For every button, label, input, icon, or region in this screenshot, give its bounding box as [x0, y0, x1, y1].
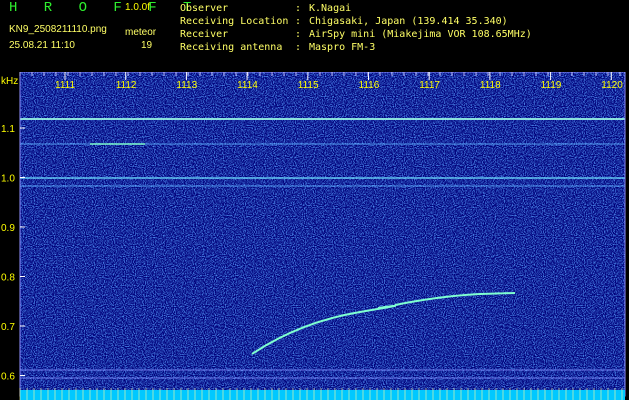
x-tick-label: 1120	[601, 80, 623, 91]
y-tick-label: 0.7	[1, 322, 15, 333]
header-panel: H R O F F T 1.0.0f KN9_2508211110.png 25…	[0, 0, 629, 72]
meta-sep: :	[295, 3, 302, 14]
datetime-label: 25.08.21 11:10	[9, 40, 75, 51]
y-tick-label: 1.1	[1, 124, 15, 135]
x-tick-label: 1119	[541, 80, 562, 91]
count-label: 19	[141, 40, 153, 51]
y-unit-label: kHz	[1, 76, 18, 87]
meta-row-location: Receiving Location : Chigasaki, Japan (1…	[180, 15, 532, 28]
y-tick-label: 0.8	[1, 273, 15, 284]
meta-key: Receiver	[180, 29, 229, 40]
x-tick-label: 1114	[237, 80, 258, 91]
mode-label: meteor	[125, 27, 157, 38]
meta-row-observer: Observer : K.Nagai	[180, 2, 532, 15]
spectrogram: kHz 1.1 1.0 0.9 0.8 0.7 0.6 1111 1112 1113 1114 111…	[1, 72, 626, 400]
app-title: H R O F F T	[9, 0, 201, 16]
x-tick-label: 1118	[480, 80, 501, 91]
version-label: 1.0.0f	[125, 2, 151, 13]
x-tick-label: 1113	[176, 80, 197, 91]
meta-row-receiver: Receiver : AirSpy mini (Miakejima VOR 10…	[180, 28, 532, 41]
filename-label: KN9_2508211110.png	[9, 24, 107, 35]
meta-sep: :	[295, 29, 302, 40]
noise-texture	[20, 72, 625, 396]
meta-key: Receiving antenna	[180, 42, 283, 53]
meta-row-antenna: Receiving antenna : Maspro FM-3	[180, 41, 532, 54]
y-tick-label: 0.9	[1, 223, 15, 234]
x-tick-label: 1115	[298, 80, 319, 91]
meta-sep: :	[295, 42, 302, 53]
meta-value: AirSpy mini (Miakejima VOR 108.65MHz)	[309, 29, 532, 40]
meta-value: K.Nagai	[309, 3, 352, 14]
y-tick-label: 0.6	[1, 372, 15, 383]
x-tick-label: 1112	[116, 80, 137, 91]
x-tick-label: 1117	[419, 80, 440, 91]
y-tick-label: 1.0	[1, 174, 15, 185]
x-tick-label: 1111	[55, 80, 75, 91]
meta-key: Observer	[180, 3, 229, 14]
meta-sep: :	[295, 16, 302, 27]
meta-value: Maspro FM-3	[309, 42, 376, 53]
observation-metadata: Observer : K.Nagai Receiving Location : …	[180, 2, 532, 54]
x-tick-label: 1116	[359, 80, 380, 91]
meta-key: Receiving Location	[180, 16, 289, 27]
meta-value: Chigasaki, Japan (139.414 35.340)	[309, 16, 508, 27]
